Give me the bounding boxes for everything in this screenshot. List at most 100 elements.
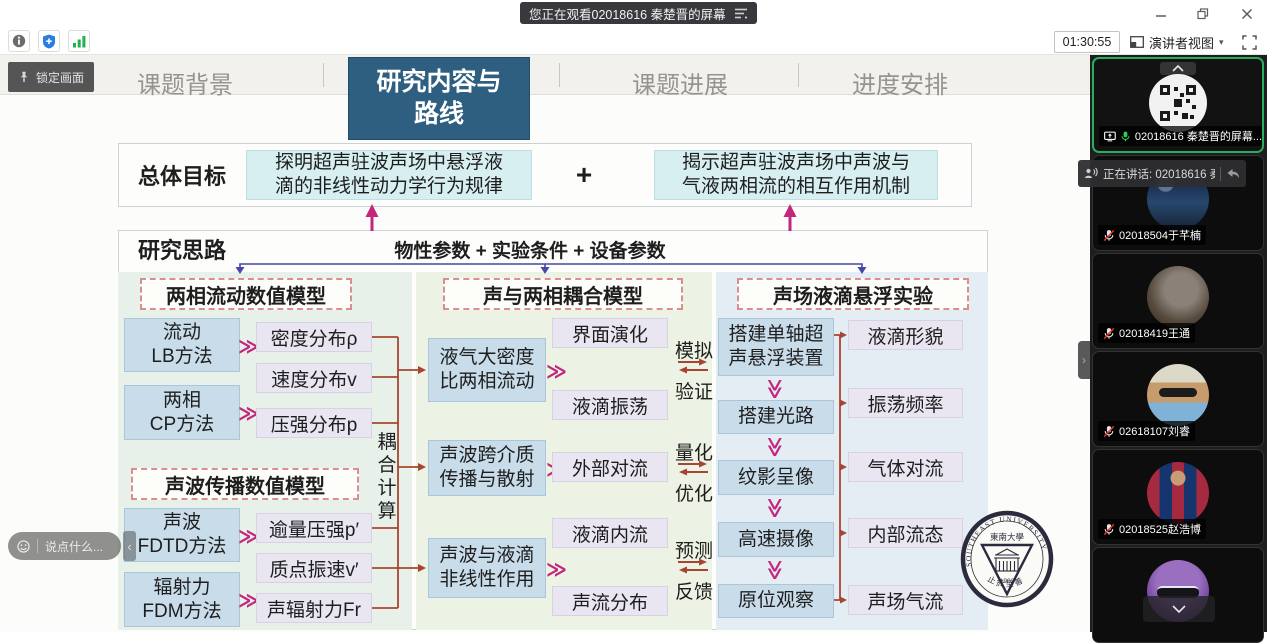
chat-collapse-handle[interactable]: ‹: [123, 531, 136, 561]
watching-banner: 您正在观看02018616 秦楚晋的屏幕: [520, 2, 757, 24]
flow-output-velocity: 速度分布v: [256, 363, 372, 393]
double-chevron-down-icon: ≫: [763, 437, 787, 458]
mic-muted-icon: [1103, 327, 1115, 340]
fullscreen-icon: [1242, 35, 1257, 50]
sidebar-collapse-handle[interactable]: ›: [1078, 341, 1090, 379]
approach-label: 研究思路: [130, 234, 234, 264]
close-button[interactable]: [1238, 5, 1256, 23]
mic-muted-icon: [1103, 229, 1115, 242]
flow-output-pressure: 压强分布p: [256, 408, 372, 438]
link-validate: 验证: [672, 377, 716, 404]
minimize-icon: [1155, 8, 1167, 20]
coupled-out-external: 外部对流: [552, 452, 668, 482]
coupled-out-oscillation: 液滴振荡: [552, 390, 668, 420]
chat-input[interactable]: 说点什么...: [8, 532, 121, 560]
link-feedback: 反馈: [672, 577, 716, 604]
participant-name-badge: 02018616 秦楚晋的屏幕...: [1099, 126, 1264, 146]
reply-icon[interactable]: [1226, 168, 1240, 180]
security-button[interactable]: [38, 30, 60, 52]
link-predict: 预测: [672, 536, 716, 563]
exp-result-frequency: 振荡频率: [848, 388, 963, 418]
tab-divider: [798, 63, 799, 87]
wave-model-title: 声波传播数值模型: [131, 468, 359, 500]
coupled-block-wave: 声波跨介质 传播与散射: [428, 440, 546, 496]
coupled-out-internal: 液滴内流: [552, 518, 668, 548]
flow-method-lb: 流动 LB方法: [124, 318, 240, 372]
chevron-right-icon: ›: [1082, 353, 1086, 367]
flow-output-density: 密度分布ρ: [256, 322, 372, 352]
wave-output-velocity: 质点振速v′: [256, 553, 372, 583]
participant-tile[interactable]: 02618107刘睿: [1092, 351, 1264, 447]
participant-name: 02018419王通: [1119, 325, 1190, 341]
banner-menu-icon[interactable]: [735, 8, 748, 19]
participant-tile[interactable]: 02018525赵浩博: [1092, 449, 1264, 545]
participant-name: 02018525赵浩博: [1119, 521, 1201, 537]
slide-tab-progress: 课题进展: [580, 65, 780, 100]
shared-screen-slide: 课题背景 研究内容与 路线 课题进展 进度安排 总体目标 探明超声驻波声场中悬浮…: [0, 55, 1090, 632]
avatar-qr: [1149, 74, 1207, 132]
signal-bars-icon: [72, 35, 87, 48]
meeting-timer: 01:30:55: [1054, 31, 1120, 53]
layout-icon: [1130, 36, 1144, 48]
flow-model-title: 两相流动数值模型: [140, 278, 352, 310]
speaking-toast: 正在讲话: 02018616 秦楚...: [1078, 160, 1246, 187]
participant-name-badge: 02018504于芊楠: [1098, 225, 1206, 245]
network-button[interactable]: [68, 30, 90, 52]
info-button[interactable]: [8, 30, 30, 52]
link-optimize: 优化: [672, 479, 716, 506]
double-chevron-down-icon: ≫: [763, 498, 787, 519]
participant-name: 02618107刘睿: [1119, 423, 1190, 439]
wave-method-fdtd: 声波 FDTD方法: [124, 508, 240, 562]
fullscreen-button[interactable]: [1240, 33, 1258, 51]
lock-view-button[interactable]: 锁定画面: [8, 62, 94, 92]
seal-name-cn: 東南大學: [990, 532, 1025, 542]
goal-left-box: 探明超声驻波声场中悬浮液 滴的非线性动力学行为规律: [246, 150, 532, 200]
view-mode-selector[interactable]: 演讲者视图 ▾: [1130, 31, 1224, 53]
chat-placeholder: 说点什么...: [45, 538, 103, 555]
link-simulate: 模拟: [672, 336, 716, 363]
minimize-button[interactable]: [1152, 5, 1170, 23]
goal-right-box: 揭示超声驻波声场中声波与 气液两相流的相互作用机制: [654, 150, 938, 200]
participant-name: 02018504于芊楠: [1119, 227, 1201, 243]
exp-result-internalflow: 内部流态: [848, 518, 963, 548]
participant-tile[interactable]: 02018616 秦楚晋的屏幕...: [1092, 57, 1264, 153]
participants-sidebar: 02018616 秦楚晋的屏幕... 02018504于芊楠 02018419王: [1090, 55, 1267, 632]
watching-banner-text: 您正在观看02018616 秦楚晋的屏幕: [529, 4, 726, 23]
coupling-calc-label: 耦 合 计 算: [377, 430, 397, 524]
chevron-left-icon: ‹: [127, 539, 131, 554]
avatar-cat: [1147, 266, 1209, 328]
exp-step-levitator: 搭建单轴超 声悬浮装置: [718, 318, 834, 376]
scroll-down-button[interactable]: [1143, 596, 1215, 622]
double-chevron-down-icon: ≫: [763, 560, 787, 581]
slide-tab-background: 课题背景: [85, 65, 285, 100]
tab-divider: [559, 63, 560, 87]
emoji-icon[interactable]: [17, 540, 30, 553]
exp-result-morphology: 液滴形貌: [848, 320, 963, 350]
participant-tile[interactable]: [1092, 547, 1264, 643]
chevron-down-icon: [1172, 605, 1186, 613]
chevron-up-icon: [1172, 65, 1184, 72]
pin-icon: [18, 71, 30, 83]
restore-button[interactable]: [1194, 5, 1212, 23]
scroll-up-button[interactable]: [1160, 62, 1196, 75]
participant-name-badge: 02018525赵浩博: [1098, 519, 1206, 539]
participant-name-badge: 02018419王通: [1098, 323, 1195, 343]
mic-on-icon: [1120, 130, 1131, 143]
avatar-man-hat: [1147, 364, 1209, 426]
wave-output-force: 声辐射力Fr: [256, 593, 372, 623]
exp-result-gasconvection: 气体对流: [848, 452, 963, 482]
toast-divider: [1220, 167, 1221, 181]
lock-view-label: 锁定画面: [36, 69, 84, 86]
slide-tab-schedule: 进度安排: [800, 65, 1000, 100]
goal-plus: +: [564, 151, 604, 199]
wave-method-fdm: 辐射力 FDM方法: [124, 572, 240, 627]
university-seal: SOUTHEAST UNIVERSITY 東南大學 1902 止於至善: [960, 510, 1054, 608]
close-icon: [1241, 8, 1253, 20]
link-quantify: 量化: [672, 438, 716, 465]
shield-plus-icon: [42, 34, 56, 49]
flow-method-cp: 两相 CP方法: [124, 385, 240, 440]
participant-tile[interactable]: 02018419王通: [1092, 253, 1264, 349]
double-chevron-icon: ≫: [546, 359, 567, 383]
timer-value: 01:30:55: [1063, 35, 1112, 49]
sunglasses: [1159, 388, 1197, 397]
